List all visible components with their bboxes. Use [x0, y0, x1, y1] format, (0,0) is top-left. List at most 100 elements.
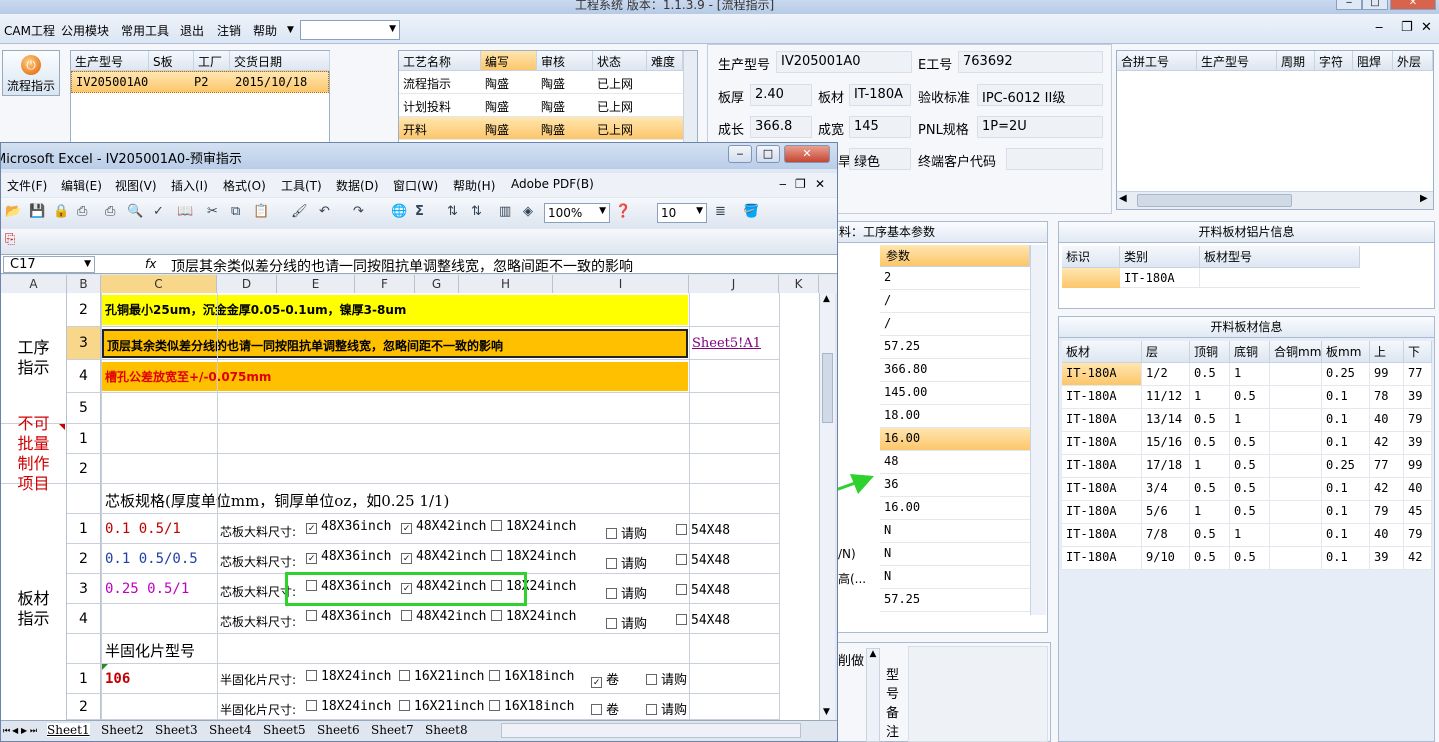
col-header[interactable]: 工艺名称 — [399, 51, 481, 71]
col-header[interactable]: 审核 — [537, 51, 593, 71]
col-header[interactable]: 合铜mm — [1270, 341, 1322, 363]
tab-sheet2[interactable]: Sheet2 — [101, 723, 144, 737]
core-size-option[interactable]: 18X24inch — [491, 519, 576, 534]
table-cell[interactable]: 77 — [1370, 455, 1404, 478]
table-cell[interactable]: 40 — [1370, 409, 1404, 432]
column-header[interactable]: G — [415, 275, 459, 293]
tab-nav-icon[interactable]: ◀ — [12, 726, 18, 735]
table-cell[interactable]: 7/8 — [1142, 524, 1190, 547]
chevron-left-icon[interactable]: ◀ — [1119, 193, 1127, 204]
excel-menu-item[interactable]: 格式(O) — [223, 177, 266, 194]
table-cell[interactable]: 0.1 — [1322, 524, 1370, 547]
table-cell[interactable]: 13/14 — [1142, 409, 1190, 432]
checkbox[interactable] — [306, 700, 317, 711]
model-remark-field[interactable] — [908, 646, 1048, 742]
tab-nav-icon[interactable]: ⏭ — [30, 726, 37, 736]
print-preview-icon[interactable]: ⎙ — [105, 204, 115, 219]
table-cell[interactable] — [1270, 432, 1322, 455]
table-cell[interactable]: 17/18 — [1142, 455, 1190, 478]
excel-menu-item[interactable]: 编辑(E) — [61, 177, 102, 194]
table-cell[interactable] — [1270, 478, 1322, 501]
table-cell[interactable] — [1270, 501, 1322, 524]
table-cell[interactable]: IT-180A — [1062, 432, 1142, 455]
menu-help[interactable]: 帮助 — [253, 22, 277, 39]
checkbox[interactable] — [306, 610, 317, 621]
row-header[interactable]: 4 — [67, 604, 101, 634]
row-header[interactable]: 2 — [67, 694, 101, 720]
column-header[interactable]: A — [1, 275, 67, 293]
core-size-option[interactable]: 请购 — [606, 553, 647, 572]
field-length[interactable]: 366.8 — [750, 116, 812, 138]
hyperlink-icon[interactable]: 🌐 — [391, 204, 407, 219]
table-cell[interactable]: 42 — [1404, 547, 1432, 570]
zoom-select[interactable]: 100% ▼ — [544, 203, 610, 223]
table-row[interactable]: 计划投料 陶盛 陶盛 已上网 — [399, 94, 683, 117]
row-header[interactable]: 2 — [67, 293, 101, 327]
close-icon[interactable]: ✕ — [1390, 0, 1436, 10]
prepreg-size-option[interactable]: 请购 — [646, 699, 687, 718]
cut-icon[interactable]: ✂ — [207, 204, 218, 219]
col-header[interactable]: 阻焊 — [1353, 51, 1393, 71]
checkbox[interactable] — [591, 704, 602, 715]
table-cell[interactable] — [1270, 455, 1322, 478]
core-spec[interactable]: 0.1 0.5/1 — [105, 521, 181, 537]
tab-sheet6[interactable]: Sheet6 — [317, 723, 360, 737]
col-header[interactable]: 编写 — [481, 51, 537, 71]
checkbox[interactable] — [606, 588, 617, 599]
table-cell[interactable]: 1 — [1230, 409, 1270, 432]
row-header[interactable]: 3 — [67, 574, 101, 604]
col-header[interactable]: 顶铜 — [1190, 341, 1230, 363]
col-header[interactable]: 外层 — [1393, 51, 1433, 71]
column-header[interactable]: C — [101, 275, 217, 293]
table-cell[interactable]: 0.5 — [1230, 386, 1270, 409]
paste-icon[interactable]: 📋 — [253, 204, 269, 219]
instruction-cell[interactable] — [102, 395, 688, 422]
table-cell[interactable]: 1 — [1190, 386, 1230, 409]
field-e[interactable]: 763692 — [958, 51, 1103, 73]
menu-cam[interactable]: CAM工程 — [4, 22, 55, 39]
table-cell[interactable]: 0.25 — [1322, 363, 1370, 386]
minimize-icon[interactable]: ‒ — [1336, 0, 1362, 10]
table-cell[interactable] — [1270, 409, 1322, 432]
core-size-option[interactable]: 48X36inch — [306, 609, 391, 624]
research-icon[interactable]: 📖 — [177, 204, 193, 219]
vertical-scrollbar[interactable]: ▲ ▼ — [819, 293, 835, 720]
table-cell[interactable]: IT-180A — [1062, 386, 1142, 409]
core-size-option[interactable]: 54X48 — [676, 583, 730, 598]
doc-minimize-icon[interactable]: ‒ — [779, 177, 787, 191]
table-cell[interactable]: IT-180A — [1062, 501, 1142, 524]
print-icon[interactable]: ⎙ — [77, 204, 87, 219]
scrollbar-thumb[interactable] — [822, 353, 833, 423]
column-header[interactable]: J — [689, 275, 779, 293]
tab-sheet5[interactable]: Sheet5 — [263, 723, 306, 737]
sort-asc-icon[interactable]: ⇅ — [447, 204, 458, 219]
row-header[interactable]: 5 — [67, 393, 101, 424]
checkbox[interactable] — [676, 614, 687, 625]
horizontal-scrollbar[interactable] — [501, 723, 801, 738]
table-cell[interactable]: 1 — [1190, 455, 1230, 478]
col-header[interactable]: 上 — [1370, 341, 1404, 363]
table-cell[interactable]: 5/6 — [1142, 501, 1190, 524]
column-header[interactable]: D — [217, 275, 277, 293]
copy-icon[interactable]: ⧉ — [231, 204, 240, 219]
table-cell[interactable]: 42 — [1370, 432, 1404, 455]
field-pnl[interactable]: 1P=2U — [977, 116, 1103, 138]
core-size-option[interactable]: 请购 — [606, 523, 647, 542]
table-cell[interactable]: 0.5 — [1230, 547, 1270, 570]
sort-desc-icon[interactable]: ⇅ — [471, 204, 482, 219]
formula-input[interactable]: 顶层其余类似差分线的也请一同按阻抗单调整线宽，忽略间距不一致的影响 — [171, 256, 633, 276]
field-standard[interactable]: IPC-6012 II级 — [977, 84, 1103, 106]
table-cell[interactable]: IT-180A — [1062, 547, 1142, 570]
row-header[interactable]: 1 — [67, 424, 101, 454]
table-cell[interactable]: IT-180A — [1062, 478, 1142, 501]
tab-sheet7[interactable]: Sheet7 — [371, 723, 414, 737]
col-header[interactable]: 工厂 — [194, 51, 230, 71]
maximize-icon[interactable]: □ — [1362, 0, 1388, 10]
core-size-option[interactable]: 请购 — [606, 583, 647, 602]
tab-sheet1[interactable]: Sheet1 — [47, 723, 90, 737]
prepreg-size-option[interactable]: 16X21inch — [399, 699, 484, 714]
table-cell[interactable]: 78 — [1370, 386, 1404, 409]
table-cell[interactable]: 0.1 — [1322, 409, 1370, 432]
table-cell[interactable]: 99 — [1370, 363, 1404, 386]
menu-logout[interactable]: 注销 — [217, 22, 241, 39]
